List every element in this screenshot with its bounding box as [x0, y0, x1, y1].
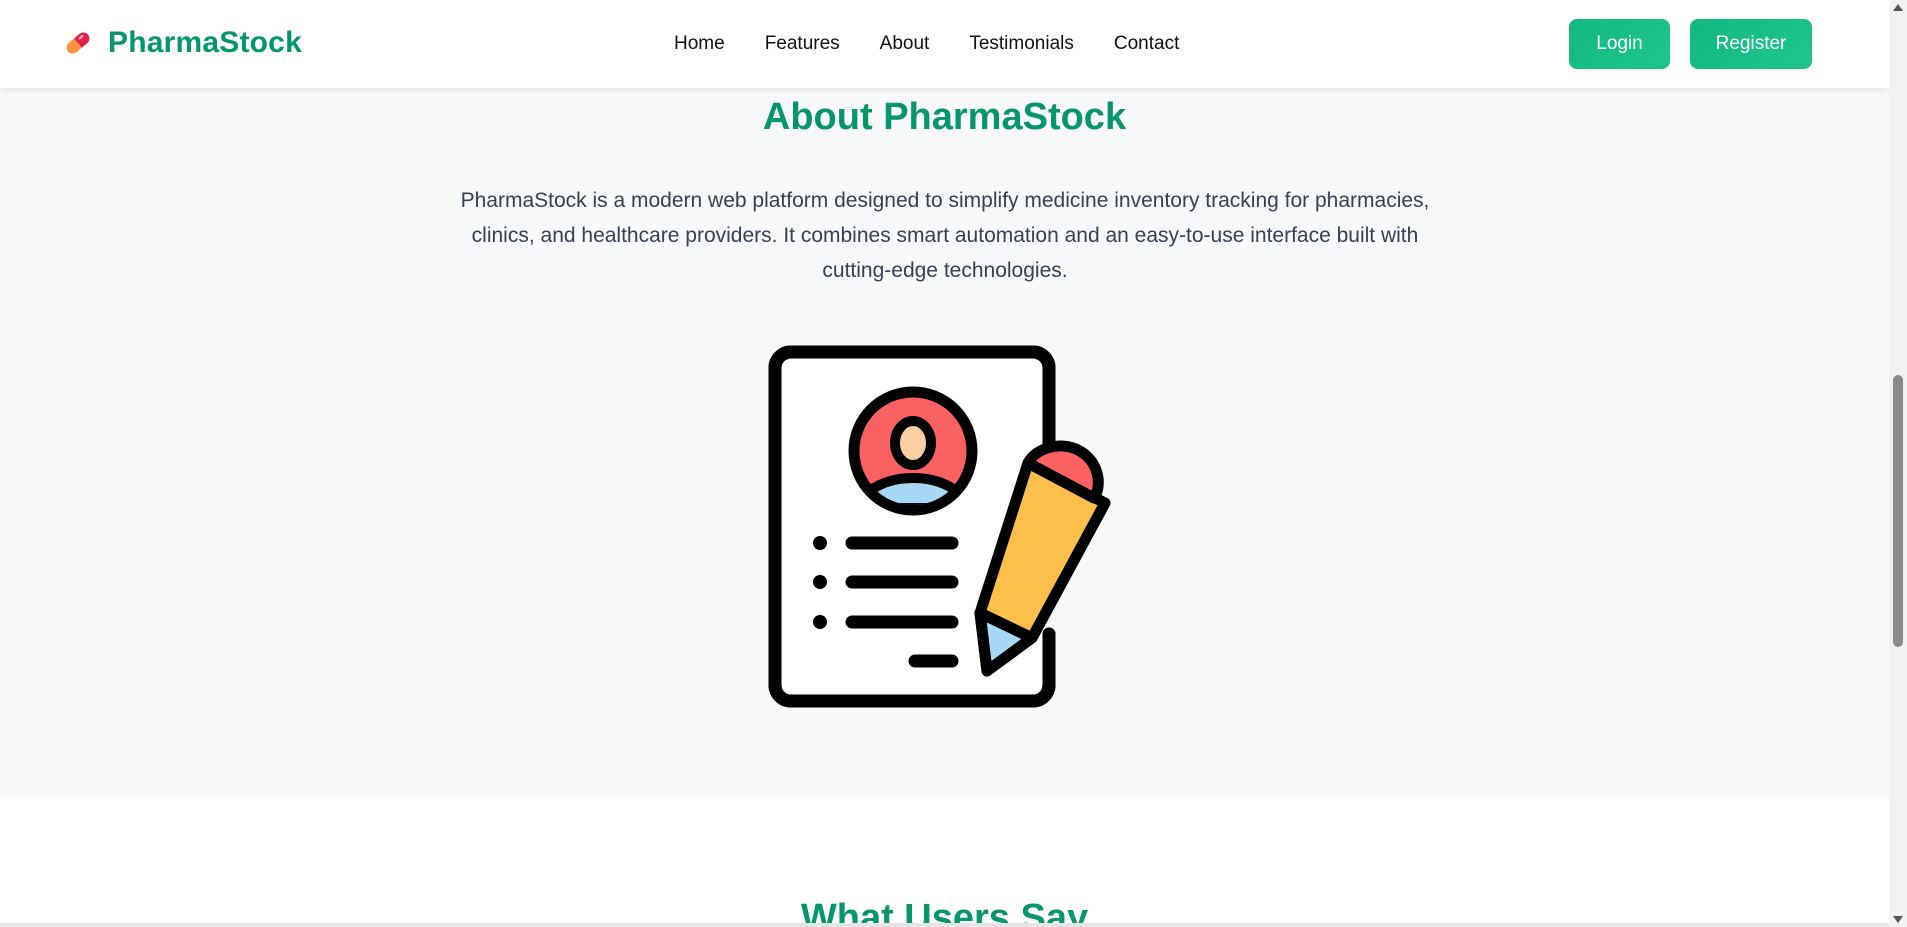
scroll-down-icon[interactable] [1893, 916, 1903, 923]
nav-link-features[interactable]: Features [765, 30, 840, 58]
nav-actions: Login Register [1569, 19, 1812, 69]
horizontal-scrollbar-track [0, 923, 1889, 927]
vertical-scrollbar[interactable] [1889, 0, 1907, 927]
pill-icon [66, 32, 90, 54]
brand-logo[interactable]: PharmaStock [62, 26, 302, 60]
brand-name: PharmaStock [108, 26, 302, 59]
login-button[interactable]: Login [1569, 19, 1670, 69]
nav-link-home[interactable]: Home [674, 30, 725, 58]
profile-document-pencil-icon [768, 345, 1111, 708]
register-button[interactable]: Register [1690, 19, 1812, 69]
nav-link-testimonials[interactable]: Testimonials [969, 30, 1074, 58]
testimonials-section: What Users Say [0, 799, 1889, 927]
browser-viewport: PharmaStock Home Features About Testimon… [0, 0, 1907, 927]
about-title: About PharmaStock [762, 96, 1127, 138]
nav-link-contact[interactable]: Contact [1114, 30, 1179, 58]
about-description: PharmaStock is a modern web platform des… [460, 189, 1430, 282]
navbar: PharmaStock Home Features About Testimon… [0, 0, 1889, 88]
main-nav: Home Features About Testimonials Contact [674, 30, 1219, 58]
about-section: About PharmaStock PharmaStock is a moder… [0, 88, 1889, 799]
scrollbar-thumb[interactable] [1893, 375, 1903, 647]
nav-link-about[interactable]: About [880, 30, 930, 58]
page: PharmaStock Home Features About Testimon… [0, 0, 1889, 927]
scroll-up-icon[interactable] [1893, 4, 1903, 11]
